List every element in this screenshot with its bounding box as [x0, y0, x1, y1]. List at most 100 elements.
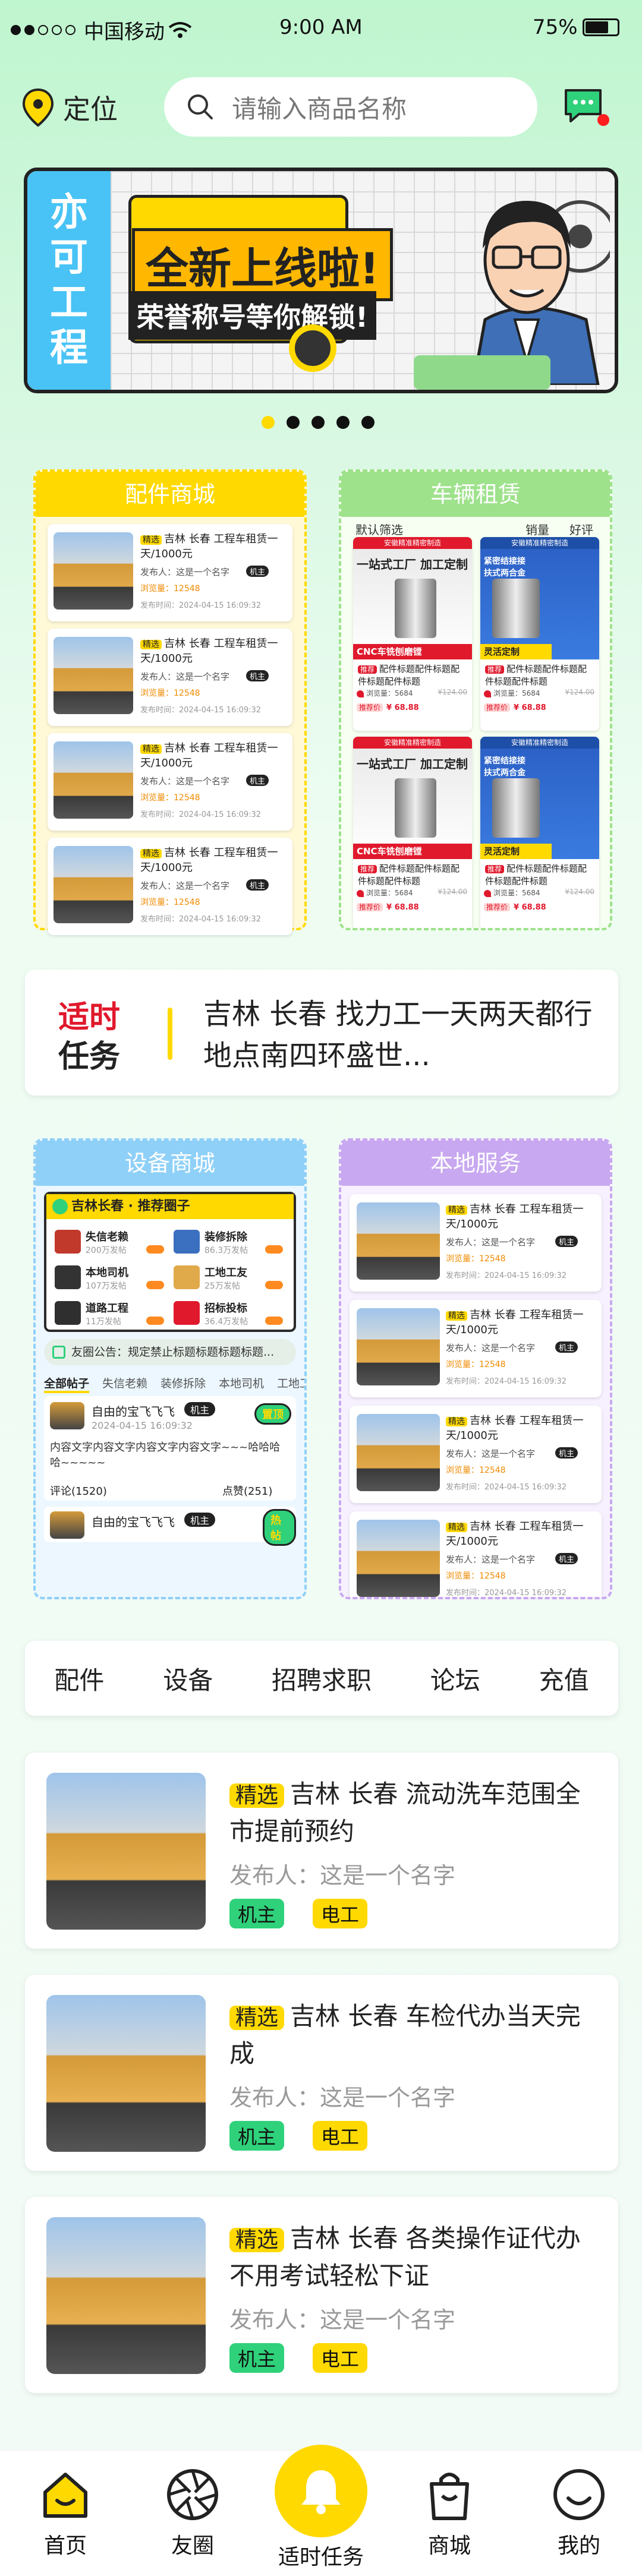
timely-task-card[interactable]: 适时 任务 吉林 长春 找力工一天两天都行地点南四环盛世... — [25, 970, 618, 1096]
aperture-icon — [167, 2469, 218, 2520]
item-date: 发布时间：2024-04-15 16:09:32 — [140, 601, 262, 610]
circle-tab[interactable]: 失信老赖 — [102, 1375, 147, 1391]
carousel-dot-active[interactable] — [262, 416, 275, 429]
listing-card[interactable]: 精选 吉林 长春 各类操作证代办不用考试轻松下证 发布人：这是一个名字 机主 电工 — [25, 2197, 618, 2393]
circle-post-2[interactable]: 自由的宝飞飞飞 机主 热帖 — [44, 1507, 296, 1546]
recommend-tag: 推荐 — [485, 665, 505, 674]
filter-sales[interactable]: 销量 — [525, 520, 549, 538]
owner-badge: 机主 — [246, 670, 269, 681]
brand-char: 程 — [50, 326, 88, 370]
local-item[interactable]: 精选 吉林 长春 工程车租赁一天/1000元 发布人：这是一个名字 机主 浏览量：125… — [350, 1406, 602, 1503]
equipment-mall-title: 设备商城 — [36, 1141, 304, 1186]
rental-card-headline: 紧密结接接 扶式两合金 — [484, 756, 525, 778]
message-button[interactable] — [562, 86, 610, 135]
rental-card-image: 安徽精准精密制造 紧密结接接 扶式两合金 灵活定制 — [480, 737, 599, 859]
search-bar[interactable]: 请输入商品名称 — [164, 77, 537, 137]
listing-card[interactable]: 精选 吉林 长春 车检代办当天完成 发布人：这是一个名字 机主 电工 — [25, 1975, 618, 2171]
quick-nav[interactable]: 配件 设备 招聘求职 论坛 充值 — [25, 1641, 618, 1716]
tab-timely-task[interactable]: 适时任务 — [268, 2445, 374, 2571]
bag-icon — [430, 2473, 469, 2520]
circle-item[interactable]: 装修拆除 86.3万发帖 — [174, 1227, 287, 1258]
parts-item[interactable]: 精选 吉林 长春 工程车租赁一天/1000元 发布人：这是一个名字 机主 浏览量：125… — [48, 524, 292, 621]
quick-nav-item[interactable]: 充值 — [539, 1660, 589, 1697]
carousel-dots[interactable] — [262, 416, 374, 429]
listing-publisher: 发布人：这是一个名字 — [229, 2307, 456, 2333]
local-item[interactable]: 精选 吉林 长春 工程车租赁一天/1000元 发布人：这是一个名字 机主 浏览量：125… — [350, 1511, 602, 1597]
carousel-dot[interactable] — [311, 416, 325, 429]
quick-nav-item[interactable]: 配件 — [54, 1660, 104, 1697]
bell-button-bg — [275, 2445, 367, 2537]
promo-banner[interactable]: 亦 可 工 程 全新上线啦! 荣誉称号等你解锁! — [24, 168, 618, 393]
engineer-illustration — [443, 183, 615, 387]
circle-item[interactable]: 失信老赖 200万发帖 — [55, 1227, 168, 1258]
location-button[interactable]: 定位 — [21, 88, 118, 127]
part-illustration — [395, 778, 436, 838]
carousel-dot[interactable] — [361, 416, 374, 429]
circle-item[interactable]: 道路工程 11万发帖 — [55, 1299, 168, 1330]
owner-badge: 机主 — [229, 2121, 285, 2151]
circle-notice[interactable]: 友圈公告：规定禁止标题标题标题标题... — [44, 1339, 296, 1365]
comments-count[interactable]: 评论(1520) — [50, 1483, 107, 1498]
tab-home[interactable]: 首页 — [24, 2466, 107, 2559]
item-thumbnail — [357, 1414, 440, 1491]
owner-badge: 机主 — [555, 1447, 578, 1459]
quick-nav-item[interactable]: 设备 — [163, 1660, 213, 1697]
circle-item[interactable]: 工地工友 25万发帖 — [174, 1263, 287, 1294]
old-price: ¥124.00 — [438, 688, 467, 696]
local-item[interactable]: 精选 吉林 长春 工程车租赁一天/1000元 发布人：这是一个名字 机主 浏览量：125… — [350, 1194, 602, 1292]
recommended-circles[interactable]: 吉林长春 · 推荐圈子 失信老赖 200万发帖 装修拆除 86.3万发帖 本地司机 107… — [44, 1192, 296, 1332]
likes-count[interactable]: 点赞(251) — [222, 1483, 272, 1498]
circle-post[interactable]: 自由的宝飞飞飞 机主 2024-04-15 16:09:32 置顶 内容文字内容… — [44, 1396, 296, 1501]
tab-mine[interactable]: 我的 — [537, 2466, 621, 2559]
parts-item[interactable]: 精选 吉林 长春 工程车租赁一天/1000元 发布人：这是一个名字 机主 浏览量：125… — [48, 733, 292, 831]
filter-rating[interactable]: 好评 — [569, 520, 593, 538]
circle-item-name: 失信老赖 — [86, 1231, 128, 1243]
tab-label: 适时任务 — [278, 2545, 364, 2569]
quick-nav-item[interactable]: 论坛 — [430, 1660, 480, 1697]
rental-card[interactable]: 安徽精准精密制造 紧密结接接 扶式两合金 灵活定制 推荐 配件标题配件标题配件标题配件标… — [480, 737, 599, 928]
circle-tab[interactable]: 全部帖子 — [44, 1375, 90, 1393]
circle-tab[interactable]: 工地工 — [277, 1375, 304, 1391]
tab-circle[interactable]: 友圈 — [151, 2466, 234, 2559]
circle-item-count: 25万发帖 — [204, 1281, 240, 1291]
sale-price: ¥ 68.88 — [386, 903, 419, 912]
parts-mall-title: 配件商城 — [36, 472, 304, 517]
parts-mall-panel[interactable]: 配件商城 精选 吉林 长春 工程车租赁一天/1000元 发布人：这是一个名字 机主 浏览… — [33, 469, 307, 935]
listing-card[interactable]: 精选 吉林 长春 流动洗车范围全市提前预约 发布人：这是一个名字 机主 电工 — [25, 1753, 618, 1949]
item-thumbnail — [357, 1202, 440, 1280]
circle-tab[interactable]: 本地司机 — [219, 1375, 264, 1391]
post-user: 自由的宝飞飞飞 — [92, 1404, 175, 1419]
part-illustration — [492, 579, 540, 638]
quick-nav-item[interactable]: 招聘求职 — [272, 1660, 372, 1697]
post-date: 2024-04-15 16:09:32 — [92, 1420, 193, 1431]
filter-default[interactable]: 默认筛选 — [355, 520, 403, 538]
local-service-panel[interactable]: 本地服务 精选 吉林 长春 工程车租赁一天/1000元 发布人：这是一个名字 机主 浏览… — [339, 1138, 612, 1599]
banner-subline: 荣誉称号等你解锁! — [128, 291, 376, 340]
tab-mall[interactable]: 商城 — [408, 2466, 491, 2559]
rental-views: 浏览量：5684 — [366, 689, 413, 697]
item-date: 发布时间：2024-04-15 16:09:32 — [140, 915, 262, 924]
recommend-tag: 推荐 — [358, 865, 377, 873]
parts-item[interactable]: 精选 吉林 长春 工程车租赁一天/1000元 发布人：这是一个名字 机主 浏览量：125… — [48, 838, 292, 935]
parts-item[interactable]: 精选 吉林 长春 工程车租赁一天/1000元 发布人：这是一个名字 机主 浏览量：125… — [48, 629, 292, 726]
circle-item[interactable]: 招标投标 36.4万发帖 — [174, 1299, 287, 1330]
rental-views: 浏览量：5684 — [493, 889, 540, 897]
rental-card[interactable]: 安徽精准精密制造 紧密结接接 扶式两合金 灵活定制 推荐 配件标题配件标题配件标题配件标… — [480, 537, 599, 731]
circle-tab[interactable]: 装修拆除 — [160, 1375, 206, 1391]
item-title: 精选 吉林 长春 工程车租赁一天/1000元 — [140, 846, 285, 875]
tab-bar[interactable]: 首页 友圈 适时任务 商城 我的 — [0, 2445, 642, 2576]
vehicle-rental-panel[interactable]: 车辆租赁 默认筛选 销量 好评 安徽精准精密制造 一站式工厂 加工定制 CNC车铣刨… — [339, 469, 612, 930]
equipment-mall-panel[interactable]: 设备商城 吉林长春 · 推荐圈子 失信老赖 200万发帖 装修拆除 86.3万发帖 本地… — [33, 1138, 307, 1599]
rental-card[interactable]: 安徽精准精密制造 一站式工厂 加工定制 CNC车铣刨磨镗 推荐 配件标题配件标题配件标题… — [353, 737, 472, 928]
circle-item[interactable]: 本地司机 107万发帖 — [55, 1263, 168, 1294]
local-item[interactable]: 精选 吉林 长春 工程车租赁一天/1000元 发布人：这是一个名字 机主 浏览量：125… — [350, 1300, 602, 1397]
item-publisher: 发布人：这是一个名字 — [446, 1343, 536, 1353]
battery: 75% — [533, 15, 619, 39]
featured-tag: 精选 — [140, 640, 162, 649]
rental-card[interactable]: 安徽精准精密制造 一站式工厂 加工定制 CNC车铣刨磨镗 推荐 配件标题配件标题配件标题… — [353, 537, 472, 731]
fire-icon — [357, 690, 364, 697]
search-input[interactable]: 请输入商品名称 — [232, 89, 407, 125]
carousel-dot[interactable] — [287, 416, 300, 429]
carousel-dot[interactable] — [336, 416, 350, 429]
smile-icon — [553, 2469, 605, 2520]
